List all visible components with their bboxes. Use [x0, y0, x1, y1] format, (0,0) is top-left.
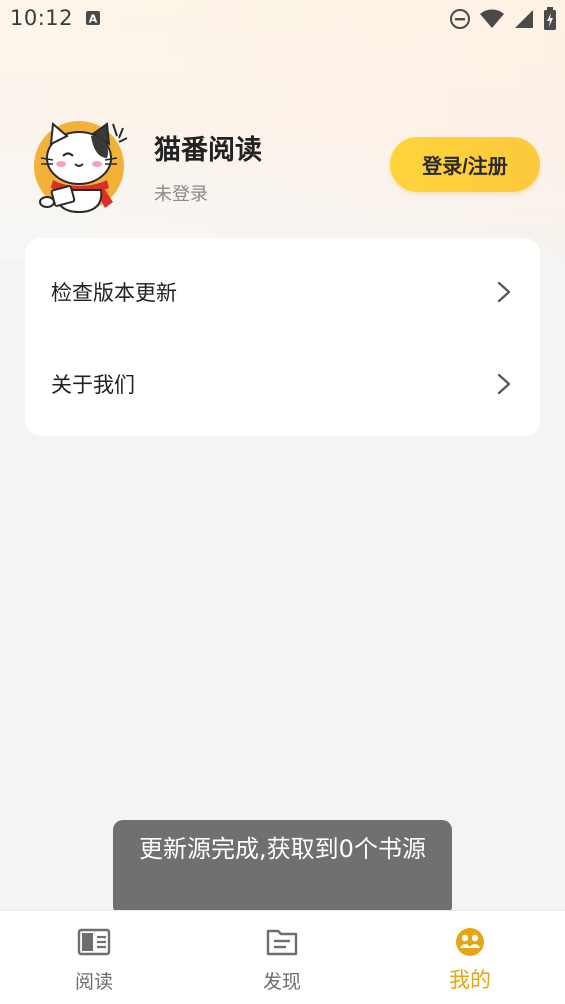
- about-us-item[interactable]: 关于我们: [25, 338, 540, 430]
- book-icon: [77, 928, 111, 956]
- check-update-item[interactable]: 检查版本更新: [25, 246, 540, 338]
- settings-card: 检查版本更新 关于我们: [25, 238, 540, 436]
- chevron-right-icon: [497, 281, 511, 303]
- login-register-button[interactable]: 登录/注册: [390, 137, 540, 192]
- nav-tab-read[interactable]: 阅读: [34, 911, 154, 1004]
- nav-label-mine: 我的: [449, 968, 491, 992]
- nav-tab-discover[interactable]: 发现: [222, 911, 342, 1004]
- nav-label-discover: 发现: [262, 971, 301, 993]
- status-icons: [449, 7, 557, 31]
- chevron-right-icon: [497, 373, 511, 395]
- signal-icon: [515, 10, 533, 28]
- nav-tab-mine[interactable]: 我的: [410, 911, 530, 1004]
- status-bar: 10:12 A: [0, 0, 565, 38]
- battery-charging-icon: [544, 7, 556, 30]
- nav-label-read: 阅读: [74, 971, 113, 993]
- profile-icon: [456, 928, 484, 956]
- status-time: 10:12: [10, 6, 74, 30]
- toast-message: 更新源完成,获取到0个书源: [113, 820, 452, 916]
- dnd-icon: [450, 9, 470, 29]
- cat-mascot-icon[interactable]: [33, 118, 129, 214]
- app-screen: 10:12 A 猫番阅读 未登录 登录/注册 检查版本更新 关于我们 更新源完成…: [0, 0, 565, 1004]
- discover-icon: [266, 929, 298, 956]
- svg-text:A: A: [89, 13, 98, 26]
- app-name: 猫番阅读: [154, 135, 262, 166]
- keyboard-a-icon: A: [86, 11, 100, 26]
- bottom-nav: 阅读 发现 我的: [0, 910, 565, 1004]
- login-status: 未登录: [154, 184, 208, 205]
- menu-item-label: 关于我们: [51, 373, 135, 397]
- menu-item-label: 检查版本更新: [51, 281, 177, 305]
- wifi-icon: [480, 9, 504, 28]
